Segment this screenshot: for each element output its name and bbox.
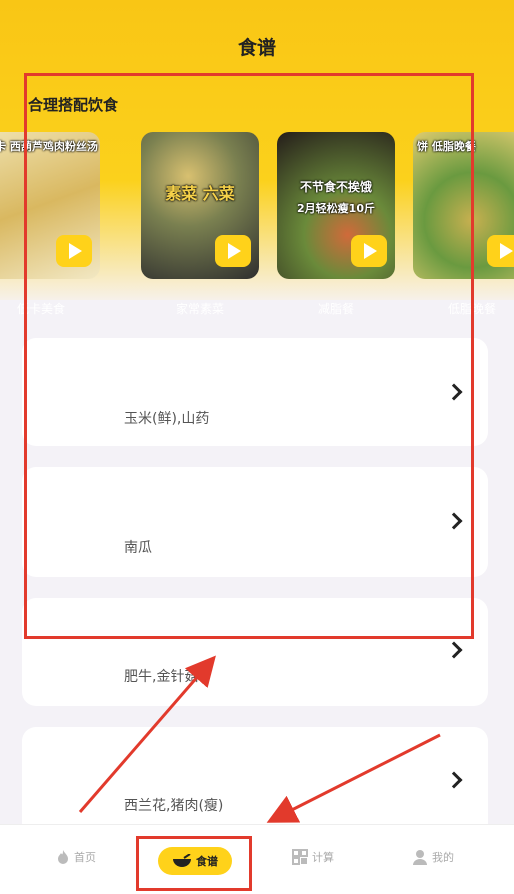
- arrow-left: [266, 733, 441, 823]
- arrow-up: [78, 655, 216, 813]
- annotation-arrows: [78, 655, 441, 823]
